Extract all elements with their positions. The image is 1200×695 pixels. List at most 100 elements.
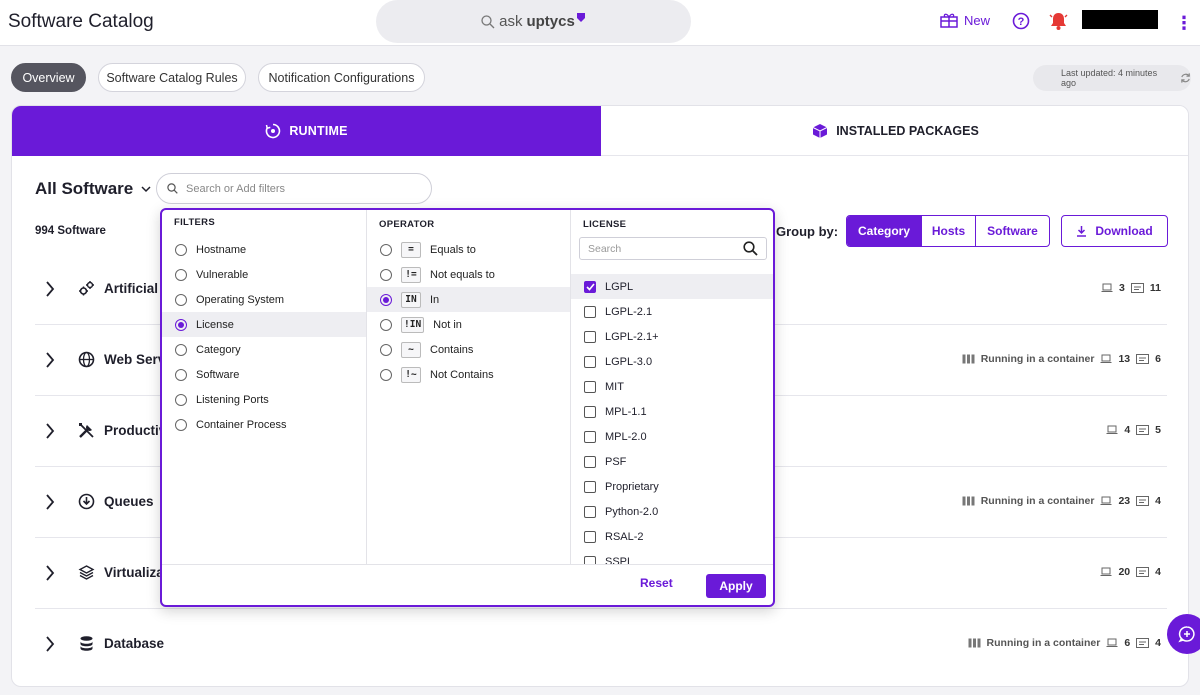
download-label: Download	[1095, 224, 1153, 238]
chevron-right-icon[interactable]	[45, 635, 55, 653]
license-option[interactable]: SSPL	[571, 549, 773, 565]
filter-option-operating-system[interactable]: Operating System	[162, 287, 366, 312]
filter-option-label: Category	[196, 343, 241, 356]
container-icon	[968, 638, 981, 648]
more-options-icon[interactable]: ⋮	[1175, 12, 1193, 34]
license-option[interactable]: LGPL-3.0	[571, 349, 773, 374]
chevron-right-icon[interactable]	[45, 280, 55, 298]
host-count: 6	[1124, 637, 1131, 649]
operator-in[interactable]: IN In	[367, 287, 570, 312]
software-list-icon	[1136, 638, 1150, 648]
license-label: PSF	[605, 455, 627, 468]
license-header: LICENSE	[583, 219, 627, 230]
software-count-cell: 4	[1155, 495, 1161, 507]
license-option[interactable]: LGPL-2.1+	[571, 324, 773, 349]
notifications-button[interactable]	[1049, 11, 1068, 36]
groupby-category[interactable]: Category	[847, 216, 922, 246]
container-icon	[962, 354, 975, 364]
groupby-hosts[interactable]: Hosts	[922, 216, 976, 246]
radio-button-selected	[175, 318, 187, 331]
license-option[interactable]: LGPL	[571, 274, 773, 299]
groupby-segmented-control: Category Hosts Software	[846, 215, 1050, 247]
all-software-dropdown[interactable]: All Software	[35, 179, 151, 199]
software-list-icon	[1130, 283, 1144, 293]
software-list-icon	[1136, 354, 1150, 364]
checkbox	[584, 330, 596, 343]
radio-button-selected	[380, 293, 392, 306]
new-button[interactable]: New	[940, 12, 990, 28]
category-row[interactable]: Database Running in a container 6 4	[35, 609, 1167, 680]
license-option[interactable]: MPL-2.0	[571, 424, 773, 449]
filter-option-vulnerable[interactable]: Vulnerable	[162, 262, 366, 287]
filter-option-label: Software	[196, 368, 240, 381]
category-name: Web Serv	[104, 352, 166, 367]
groupby-software[interactable]: Software	[976, 216, 1049, 246]
row-meta: 3 11	[1101, 282, 1161, 294]
tab-installed-packages[interactable]: INSTALLED PACKAGES	[601, 106, 1188, 156]
tab-software-catalog-rules[interactable]: Software Catalog Rules	[98, 63, 246, 92]
queue-icon	[78, 493, 95, 510]
download-button[interactable]: Download	[1061, 215, 1168, 247]
operator-label: Not equals to	[430, 268, 495, 281]
host-count: 23	[1118, 495, 1131, 507]
operator-symbol: =	[401, 241, 421, 258]
last-updated: Last updated: 4 minutes ago	[1033, 65, 1191, 91]
operator-not-in[interactable]: !IN Not in	[367, 312, 570, 337]
license-search-input[interactable]: Search	[579, 237, 767, 260]
database-icon	[80, 636, 93, 651]
tab-notification-configurations[interactable]: Notification Configurations	[258, 63, 425, 92]
reset-button[interactable]: Reset	[640, 576, 673, 590]
license-option[interactable]: PSF	[571, 449, 773, 474]
filter-option-software[interactable]: Software	[162, 362, 366, 387]
bell-icon	[1049, 13, 1068, 30]
container-status: Running in a container	[980, 353, 1095, 365]
license-option[interactable]: Python-2.0	[571, 499, 773, 524]
operator-equals[interactable]: = Equals to	[367, 237, 570, 262]
operator-not-contains[interactable]: !~ Not Contains	[367, 362, 570, 387]
tab-overview[interactable]: Overview	[11, 63, 86, 92]
tab-runtime[interactable]: RUNTIME	[12, 106, 601, 156]
chevron-right-icon[interactable]	[45, 422, 55, 440]
user-menu[interactable]	[1082, 10, 1158, 29]
apply-button[interactable]: Apply	[706, 574, 766, 598]
chevron-right-icon[interactable]	[45, 564, 55, 582]
license-option[interactable]: LGPL-2.1	[571, 299, 773, 324]
ask-uptycs-search[interactable]: ask uptycs	[376, 0, 691, 43]
filter-option-label: Container Process	[196, 418, 287, 431]
license-label: SSPL	[605, 555, 634, 565]
chat-assistant-button[interactable]	[1167, 614, 1200, 654]
license-label: LGPL-2.1	[605, 305, 653, 318]
license-option[interactable]: Proprietary	[571, 474, 773, 499]
filter-option-hostname[interactable]: Hostname	[162, 237, 366, 262]
uptycs-shield-icon	[576, 13, 585, 22]
operator-not-equals[interactable]: != Not equals to	[367, 262, 570, 287]
filter-option-container-process[interactable]: Container Process	[162, 412, 366, 437]
software-count-cell: 11	[1149, 282, 1161, 294]
filters-column: FILTERS Hostname Vulnerable Operating Sy…	[162, 210, 367, 564]
radio-button	[380, 343, 392, 356]
software-count-cell: 6	[1155, 353, 1161, 365]
filter-search-input[interactable]: Search or Add filters	[156, 173, 432, 204]
help-button[interactable]: ?	[1012, 12, 1030, 35]
license-option[interactable]: RSAL-2	[571, 524, 773, 549]
chevron-right-icon[interactable]	[45, 351, 55, 369]
license-option[interactable]: MPL-1.1	[571, 399, 773, 424]
radio-button	[380, 268, 392, 281]
filter-option-listening-ports[interactable]: Listening Ports	[162, 387, 366, 412]
ask-brand: uptycs	[526, 13, 575, 30]
operator-symbol: !~	[401, 366, 421, 383]
filter-option-label: Hostname	[196, 243, 247, 256]
tab-installed-label: INSTALLED PACKAGES	[836, 123, 979, 138]
refresh-icon[interactable]	[1180, 72, 1191, 84]
filter-option-license[interactable]: License	[162, 312, 366, 337]
host-count: 20	[1118, 566, 1131, 578]
chevron-right-icon[interactable]	[45, 493, 55, 511]
filter-option-category[interactable]: Category	[162, 337, 366, 362]
checkbox-checked	[584, 280, 596, 293]
operator-column: OPERATOR = Equals to != Not equals to IN In…	[367, 210, 571, 564]
laptop-icon	[1106, 425, 1118, 434]
groupby-label: Group by:	[776, 224, 839, 239]
license-option[interactable]: MIT	[571, 374, 773, 399]
operator-contains[interactable]: ~ Contains	[367, 337, 570, 362]
tools-icon	[79, 423, 94, 438]
